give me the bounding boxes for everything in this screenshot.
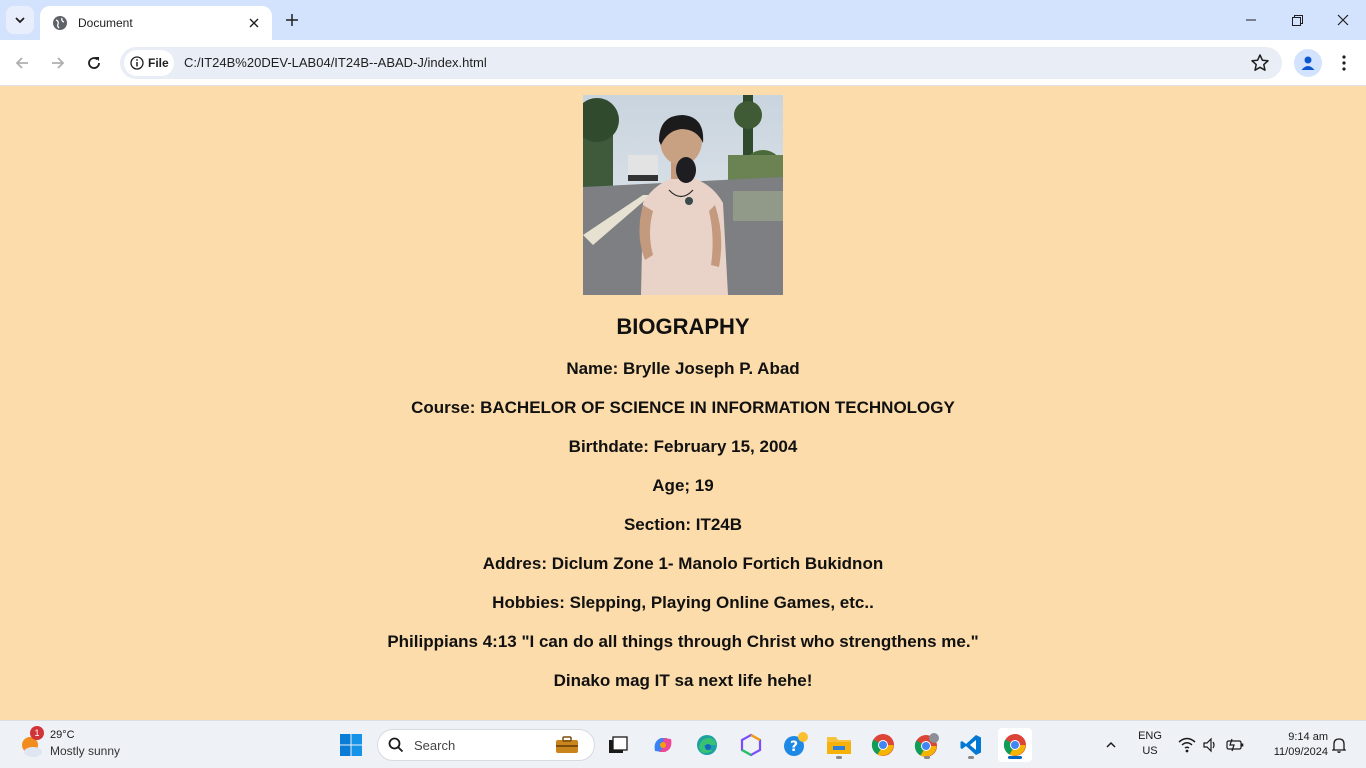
bio-course: Course: BACHELOR OF SCIENCE IN INFORMATI…	[411, 398, 955, 417]
close-tab-icon[interactable]	[246, 15, 262, 31]
arrow-right-icon	[52, 57, 65, 69]
close-icon	[1337, 14, 1349, 26]
file-explorer-button[interactable]	[822, 728, 856, 762]
address-bar[interactable]: File C:/IT24B%20DEV-LAB04/IT24B--ABAD-J/…	[120, 47, 1282, 79]
running-indicator	[836, 756, 842, 759]
wifi-icon	[1178, 737, 1196, 753]
profile-avatar[interactable]	[1294, 49, 1322, 77]
restore-button[interactable]	[1274, 0, 1320, 40]
chrome-active-button[interactable]	[998, 728, 1032, 762]
app-cube-button[interactable]	[734, 728, 768, 762]
bookmark-star-icon[interactable]	[1250, 53, 1270, 73]
taskbar: 1 29°C Mostly sunny Search ? ENG US 9:14…	[0, 720, 1366, 768]
new-tab-button[interactable]	[280, 8, 304, 32]
close-window-button[interactable]	[1320, 0, 1366, 40]
task-view-button[interactable]	[601, 728, 635, 762]
weather-widget[interactable]: 1 29°C Mostly sunny	[18, 726, 148, 763]
taskbar-clock[interactable]: 9:14 am 11/09/2024	[1256, 730, 1328, 760]
svg-text:?: ?	[790, 739, 798, 755]
show-hidden-icons-button[interactable]	[1094, 728, 1128, 762]
minimize-icon	[1246, 19, 1256, 21]
bio-name: Name: Brylle Joseph P. Abad	[566, 359, 800, 378]
back-button[interactable]	[8, 49, 36, 77]
tab-search-button[interactable]	[6, 6, 34, 34]
browser-menu-button[interactable]	[1332, 49, 1356, 77]
bio-verse: Philippians 4:13 "I can do all things th…	[387, 632, 979, 651]
vscode-button[interactable]	[954, 728, 988, 762]
bio-birthdate: Birthdate: February 15, 2004	[568, 437, 798, 456]
language-indicator[interactable]: ENG US	[1134, 730, 1166, 760]
lang-bottom: US	[1142, 745, 1158, 757]
chevron-down-icon	[15, 17, 25, 24]
cube-icon	[740, 733, 762, 757]
page-content: BIOGRAPHY Name: Brylle Joseph P. Abad Co…	[0, 86, 1366, 720]
site-info-label: File	[148, 56, 169, 70]
notifications-button[interactable]	[1328, 728, 1350, 762]
bell-icon	[1332, 738, 1346, 753]
tab-strip: Document	[0, 0, 1366, 40]
chrome-icon	[871, 734, 894, 756]
plus-icon	[286, 14, 298, 26]
reload-icon	[88, 57, 100, 69]
chevron-up-icon	[1106, 741, 1116, 748]
taskbar-search[interactable]: Search	[377, 729, 595, 761]
reload-button[interactable]	[80, 49, 108, 77]
running-indicator	[924, 756, 930, 759]
help-button[interactable]: ?	[778, 728, 812, 762]
bio-heading: BIOGRAPHY	[616, 314, 750, 339]
help-icon: ?	[784, 732, 808, 756]
tab-title: Document	[78, 16, 133, 30]
system-tray-status[interactable]	[1176, 735, 1246, 755]
weather-condition: Mostly sunny	[50, 744, 121, 758]
browser-toolbar: File C:/IT24B%20DEV-LAB04/IT24B--ABAD-J/…	[0, 40, 1366, 86]
search-icon	[388, 737, 404, 753]
minimize-button[interactable]	[1228, 0, 1274, 40]
bio-note: Dinako mag IT sa next life hehe!	[553, 671, 813, 690]
chrome-profile-icon	[914, 733, 939, 757]
globe-icon	[53, 16, 67, 30]
bio-address: Addres: Diclum Zone 1- Manolo Fortich Bu…	[482, 554, 884, 573]
active-indicator	[1008, 756, 1022, 759]
windows-logo-icon	[340, 734, 362, 756]
edge-icon	[697, 735, 717, 755]
chrome-icon	[1003, 734, 1026, 756]
info-icon	[130, 56, 144, 70]
chrome-profile-button[interactable]	[910, 728, 944, 762]
forward-button[interactable]	[44, 49, 72, 77]
arrow-left-icon	[15, 57, 28, 69]
running-indicator	[968, 756, 974, 759]
tab-document[interactable]: Document	[40, 6, 272, 40]
chrome-button[interactable]	[866, 728, 900, 762]
restore-icon	[1291, 14, 1303, 26]
start-button[interactable]	[334, 728, 368, 762]
battery-icon	[1226, 738, 1244, 752]
weather-temp: 29°C	[50, 729, 75, 741]
copilot-icon	[654, 738, 672, 752]
folder-icon	[827, 737, 851, 754]
clock-date: 11/09/2024	[1273, 746, 1328, 758]
bio-section: Section: IT24B	[623, 515, 743, 534]
bio-age: Age; 19	[652, 476, 714, 495]
clock-time: 9:14 am	[1288, 731, 1328, 743]
copilot-button[interactable]	[646, 728, 680, 762]
volume-icon	[1203, 737, 1215, 753]
profile-photo	[583, 95, 783, 295]
site-info-chip[interactable]: File	[124, 50, 174, 76]
lang-top: ENG	[1138, 730, 1162, 742]
url-text[interactable]: C:/IT24B%20DEV-LAB04/IT24B--ABAD-J/index…	[184, 47, 487, 79]
edge-button[interactable]	[690, 728, 724, 762]
briefcase-icon	[556, 736, 578, 753]
vscode-icon	[960, 735, 981, 755]
person-icon	[1301, 56, 1315, 70]
taskbar-search-placeholder: Search	[414, 738, 456, 753]
weather-badge: 1	[30, 726, 44, 740]
task-view-icon	[609, 736, 628, 753]
more-vert-icon	[1342, 55, 1346, 71]
bio-hobbies: Hobbies: Slepping, Playing Online Games,…	[492, 593, 874, 612]
